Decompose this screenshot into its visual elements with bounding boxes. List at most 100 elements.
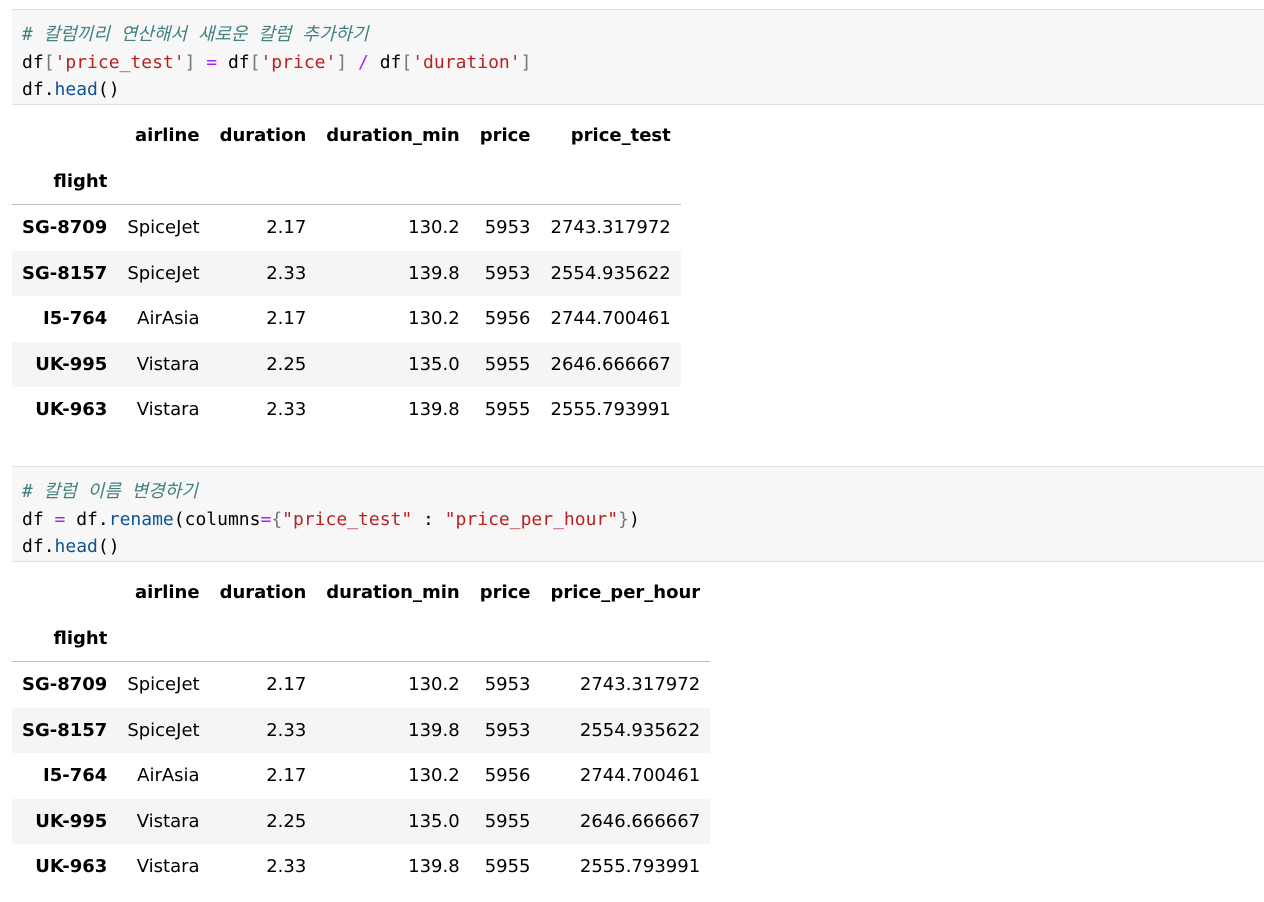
table-cell: 139.8 xyxy=(408,719,460,741)
blank-header xyxy=(469,615,541,662)
code-token: } xyxy=(618,508,629,530)
code-token: [ xyxy=(249,51,261,73)
row-index: SG-8709 xyxy=(22,674,108,696)
row-index: I5-764 xyxy=(43,308,108,330)
code-comment: # 칼럼끼리 연산해서 새로운 칼럼 추가하기 xyxy=(22,24,369,45)
table-cell: 135.0 xyxy=(408,353,460,375)
table-cell: 2.33 xyxy=(266,399,307,421)
code-operator: = xyxy=(195,51,228,73)
code-method: rename xyxy=(108,508,174,530)
table-cell: 2743.317972 xyxy=(550,217,671,239)
table-cell: 2.33 xyxy=(266,856,307,878)
table-row: UK-995 Vistara 2.25 135.0 5955 2646.6666… xyxy=(12,798,711,844)
blank-header xyxy=(540,615,711,662)
index-header-blank xyxy=(12,570,117,616)
code-cell-1-source[interactable]: # 칼럼끼리 연산해서 새로운 칼럼 추가하기 df['price_test']… xyxy=(22,21,1254,104)
code-token: ] xyxy=(336,51,348,73)
code-token: { xyxy=(271,508,283,530)
table-cell: 130.2 xyxy=(408,308,460,330)
table-cell: SpiceJet xyxy=(127,719,200,741)
table-cell: 139.8 xyxy=(408,856,460,878)
table-cell: 2554.935622 xyxy=(550,262,671,284)
column-header: airline xyxy=(135,125,200,147)
table-row: SG-8709 SpiceJet 2.17 130.2 5953 2743.31… xyxy=(12,662,710,708)
table-cell: 2646.666667 xyxy=(550,353,671,375)
table-cell: 2.25 xyxy=(266,810,307,832)
table-cell: 130.2 xyxy=(408,765,460,787)
row-index: UK-995 xyxy=(35,353,108,375)
row-index: UK-963 xyxy=(35,399,108,421)
column-header: duration_min xyxy=(326,125,460,147)
code-token: df xyxy=(76,508,98,530)
code-operator: / xyxy=(347,51,380,73)
code-cell-1[interactable]: # 칼럼끼리 연산해서 새로운 칼럼 추가하기 df['price_test']… xyxy=(12,9,1264,105)
table-cell: 5955 xyxy=(484,856,531,878)
table-cell: SpiceJet xyxy=(127,262,200,284)
code-string: 'price' xyxy=(260,51,337,73)
output-cell-2: airline duration duration_min price pric… xyxy=(12,570,711,890)
blank-header xyxy=(117,615,210,662)
column-header: price xyxy=(479,582,531,604)
table-cell: 130.2 xyxy=(408,217,460,239)
code-token: [ xyxy=(43,51,55,73)
index-header-blank xyxy=(12,113,117,159)
code-token: ( xyxy=(173,508,185,530)
row-index: SG-8157 xyxy=(22,262,108,284)
table-cell: 2646.666667 xyxy=(579,810,701,832)
index-name: flight xyxy=(12,158,118,205)
code-method: head xyxy=(54,79,98,100)
table-cell: 5955 xyxy=(484,353,531,375)
table-cell: 2.17 xyxy=(266,765,307,787)
blank-header xyxy=(316,615,470,662)
row-index: I5-764 xyxy=(43,765,108,787)
table-cell: 2555.793991 xyxy=(579,856,701,878)
index-name-row: flight xyxy=(12,615,711,662)
code-token: ] xyxy=(184,51,196,73)
table-row: SG-8157 SpiceJet 2.33 139.8 5953 2554.93… xyxy=(12,250,681,296)
table-row: UK-963 Vistara 2.33 139.8 5955 2555.7939… xyxy=(12,844,710,890)
blank-header xyxy=(209,158,317,205)
table-cell: 5953 xyxy=(484,719,531,741)
table-cell: 2744.700461 xyxy=(550,308,671,330)
table-cell: 2.33 xyxy=(266,719,307,741)
code-operator: = xyxy=(260,508,272,530)
table-cell: 2555.793991 xyxy=(550,399,671,421)
column-header: airline xyxy=(135,582,200,604)
row-index: UK-995 xyxy=(35,810,108,832)
table-row: SG-8157 SpiceJet 2.33 139.8 5953 2554.93… xyxy=(12,707,711,753)
table-cell: SpiceJet xyxy=(127,217,200,239)
blank-header xyxy=(209,615,317,662)
code-token: df xyxy=(22,51,44,73)
column-header: price_per_hour xyxy=(550,582,701,604)
blank-header xyxy=(316,158,470,205)
code-string: "price_per_hour" xyxy=(444,508,619,530)
dataframe-table-1: airline duration duration_min price pric… xyxy=(12,113,681,433)
code-method: head xyxy=(54,536,98,557)
table-cell: 5953 xyxy=(484,674,531,696)
table-cell: 2.17 xyxy=(266,308,307,330)
code-token: [ xyxy=(401,51,413,73)
code-cell-2-source[interactable]: # 칼럼 이름 변경하기 df = df.rename(columns={"pr… xyxy=(22,478,1254,561)
row-index: UK-963 xyxy=(35,856,108,878)
code-token: df xyxy=(22,508,44,530)
table-cell: 5956 xyxy=(484,765,531,787)
code-string: 'price_test' xyxy=(54,51,185,73)
table-cell: Vistara xyxy=(136,856,200,878)
table-cell: 135.0 xyxy=(408,810,460,832)
table-cell: 5955 xyxy=(484,399,531,421)
table-cell: 2.17 xyxy=(266,674,307,696)
code-token: () xyxy=(97,79,120,100)
table-cell: 2.33 xyxy=(266,262,307,284)
blank-header xyxy=(469,158,541,205)
row-index: SG-8709 xyxy=(22,217,108,239)
code-cell-2[interactable]: # 칼럼 이름 변경하기 df = df.rename(columns={"pr… xyxy=(12,466,1264,562)
table-cell: 5955 xyxy=(484,810,531,832)
table-cell: AirAsia xyxy=(137,765,200,787)
table-cell: 5953 xyxy=(484,262,531,284)
table-cell: 2554.935622 xyxy=(579,719,701,741)
code-token: df xyxy=(379,51,402,73)
code-token: . xyxy=(97,508,109,530)
table-cell: SpiceJet xyxy=(127,674,200,696)
code-token: () xyxy=(97,536,120,557)
table-header-row: airline duration duration_min price pric… xyxy=(12,113,681,159)
